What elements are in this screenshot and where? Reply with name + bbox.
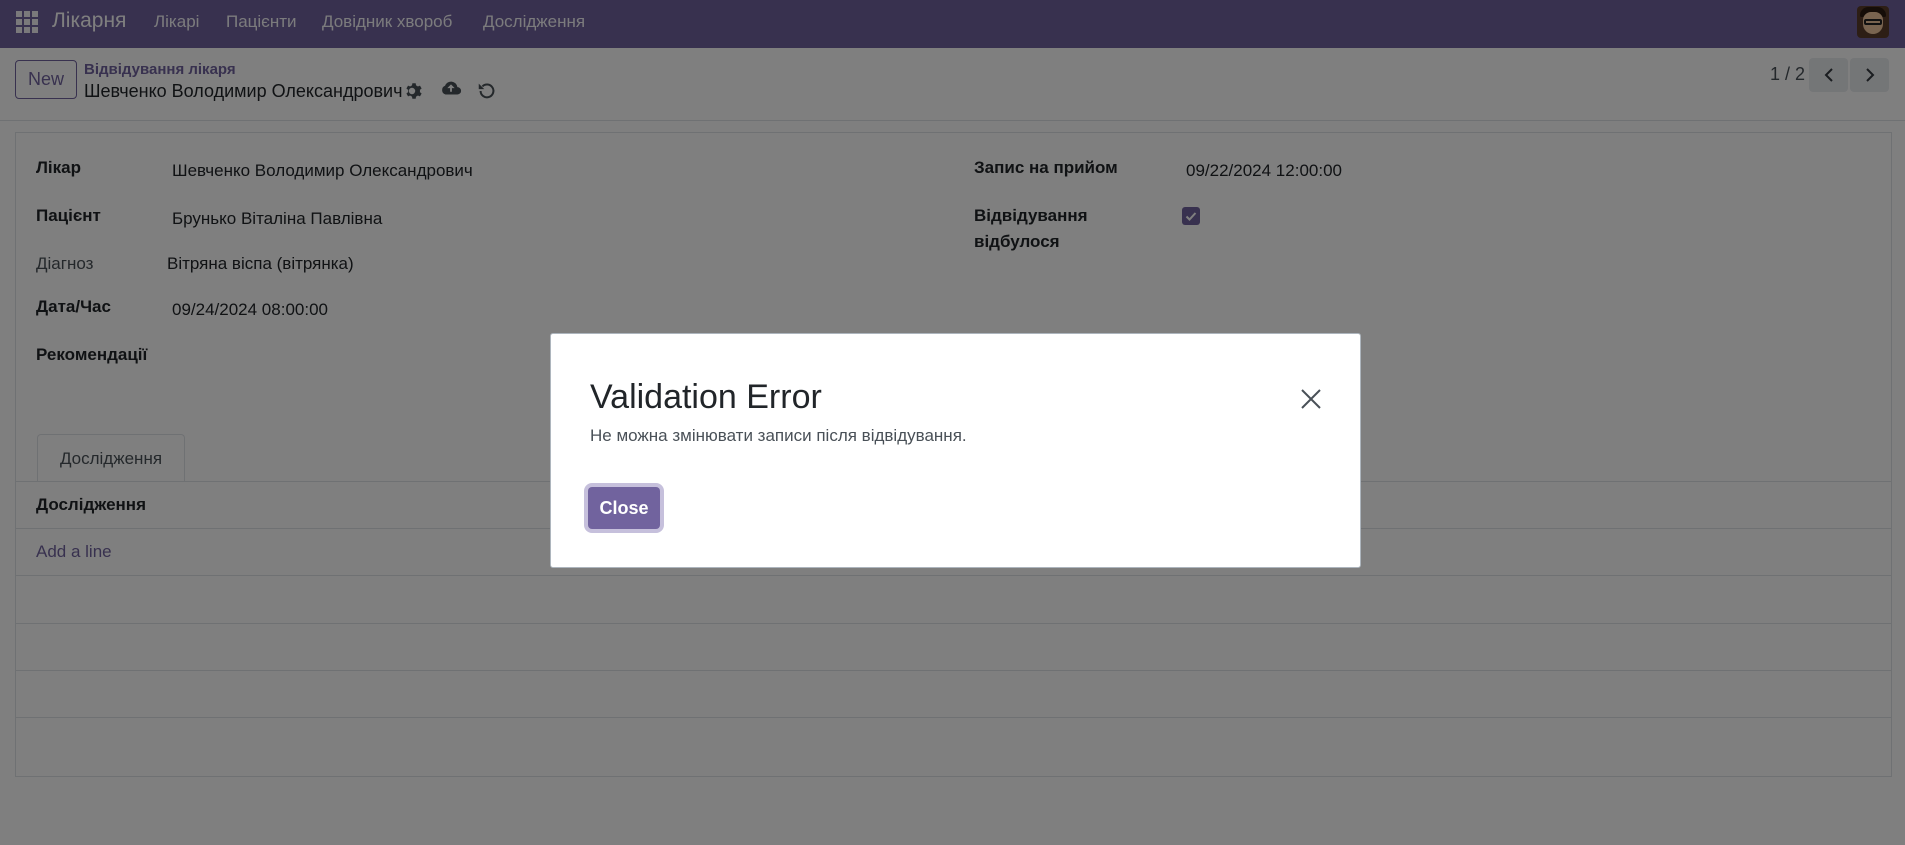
close-button[interactable]: Close bbox=[588, 487, 660, 529]
dialog-title: Validation Error bbox=[590, 378, 822, 416]
validation-error-dialog: Validation Error Не можна змінювати запи… bbox=[550, 333, 1361, 568]
dialog-message: Не можна змінювати записи після відвідув… bbox=[590, 426, 967, 445]
close-icon[interactable] bbox=[1299, 387, 1323, 411]
